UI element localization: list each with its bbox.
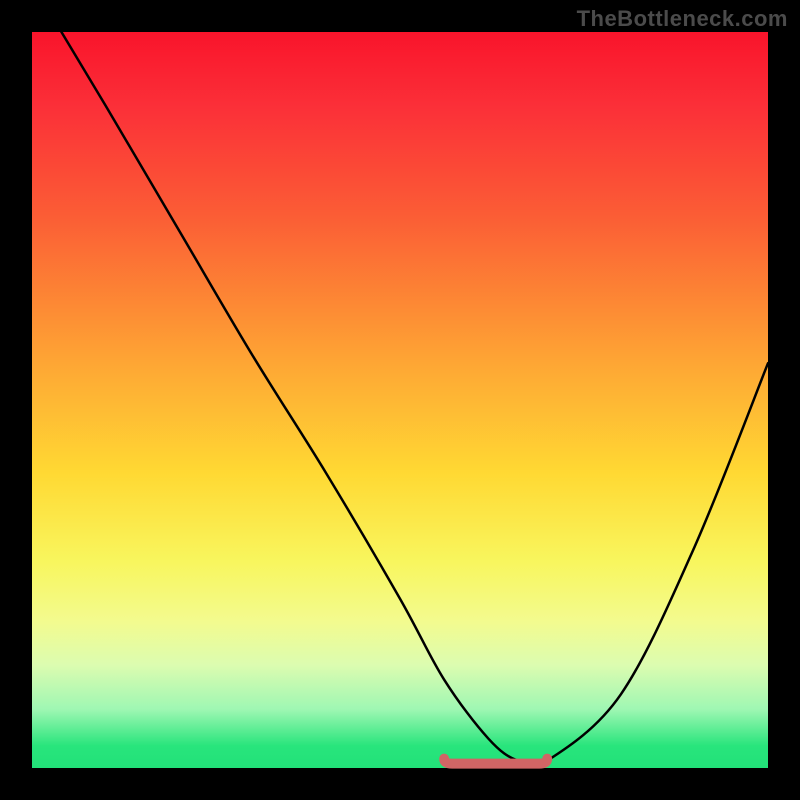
curve-svg <box>32 32 768 768</box>
watermark-text: TheBottleneck.com <box>577 6 788 32</box>
plot-area <box>32 32 768 768</box>
optimal-range-marker <box>444 759 547 764</box>
chart-frame: TheBottleneck.com <box>0 0 800 800</box>
bottleneck-curve <box>61 32 768 766</box>
